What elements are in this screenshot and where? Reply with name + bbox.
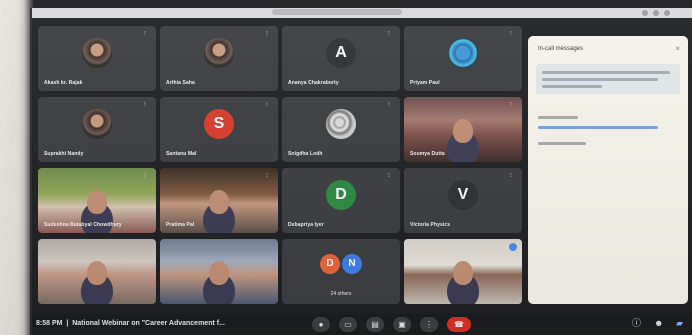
participant-name: Sudeshna Batabyal Chowdhury <box>44 222 122 228</box>
participant-face <box>209 190 229 215</box>
avatar <box>448 38 478 69</box>
speaking-indicator-icon <box>509 243 517 251</box>
mic-off-icon: ⁝ <box>144 173 146 179</box>
call-controls: ● ▭ ▤ ▣ ⋮ ☎ <box>312 317 471 332</box>
mic-off-icon: ⁝ <box>144 31 146 37</box>
avatar: V <box>448 180 478 211</box>
meeting-info: 8:58 PM | National Webinar on "Career Ad… <box>36 320 225 327</box>
browser-controls <box>642 10 682 16</box>
participant-face <box>209 261 229 286</box>
mic-off-icon: ⁝ <box>510 31 512 37</box>
avatar: A <box>326 38 356 69</box>
info-icon[interactable]: ⓘ <box>632 318 642 328</box>
participant-face <box>87 190 107 215</box>
mic-off-icon: ⁝ <box>144 102 146 108</box>
mic-off-icon: ⁝ <box>388 102 390 108</box>
captions-icon[interactable]: ▤ <box>366 317 384 332</box>
others-count: 24 others <box>330 291 352 297</box>
more-icon[interactable]: ⋮ <box>420 317 438 332</box>
participant-name: Snigdha Lodh <box>288 151 323 157</box>
others-tile[interactable]: D N 24 others <box>282 239 400 304</box>
bottom-toolbar: 8:58 PM | National Webinar on "Career Ad… <box>32 314 692 335</box>
avatar <box>82 38 112 69</box>
participant-tile[interactable]: ⁝ Snigdha Lodh <box>282 97 400 162</box>
participant-grid: ⁝ Akash kr. Rajak ⁝ Arthia Saha A ⁝ Anan… <box>38 26 524 316</box>
participant-tile[interactable]: ⁝ Arthia Saha <box>160 26 278 91</box>
mic-off-icon: ⁝ <box>266 173 268 179</box>
participant-name: Ananya Chakraborty <box>288 80 339 86</box>
mic-icon[interactable]: ● <box>312 317 330 332</box>
avatar <box>326 109 356 140</box>
side-controls: ⓘ ☻ ▰ <box>632 318 686 328</box>
camera-icon[interactable]: ▭ <box>339 317 357 332</box>
others-avatars: D N <box>320 253 362 274</box>
participant-name: Priyam Paul <box>410 80 440 86</box>
chat-panel: In-call messages × <box>528 36 688 304</box>
participant-name: Pratima Pal <box>166 222 195 228</box>
participant-tile[interactable]: ⁝ Soumya Dutta <box>404 97 522 162</box>
chat-message-sender <box>538 116 578 119</box>
avatar: D <box>320 253 340 274</box>
participant-tile[interactable]: ⁝ Pratima Pal <box>160 168 278 233</box>
avatar <box>204 38 234 69</box>
close-icon[interactable]: × <box>675 44 680 53</box>
participant-tile[interactable]: ⁝ Suprakhi Nandy <box>38 97 156 162</box>
participant-tile[interactable] <box>160 239 278 304</box>
people-icon[interactable]: ☻ <box>654 318 664 328</box>
avatar: S <box>204 109 234 140</box>
avatar <box>82 109 112 140</box>
end-call-icon[interactable]: ☎ <box>447 317 471 332</box>
participant-name: Suprakhi Nandy <box>44 151 84 157</box>
participant-face <box>453 119 473 144</box>
chat-title: In-call messages <box>538 46 584 52</box>
participant-face <box>453 261 473 286</box>
participant-name: Akash kr. Rajak <box>44 80 83 86</box>
participant-name: Santanu Mal <box>166 151 197 157</box>
browser-address-bar <box>32 8 692 18</box>
mic-off-icon: ⁝ <box>388 31 390 37</box>
participant-tile[interactable]: D ⁝ Debapriya Iyer <box>282 168 400 233</box>
participant-tile[interactable]: ⁝ Sudeshna Batabyal Chowdhury <box>38 168 156 233</box>
url-field[interactable] <box>272 9 402 15</box>
chat-message-text <box>538 142 586 145</box>
chat-icon[interactable]: ▰ <box>676 318 686 328</box>
chat-notice <box>536 64 680 94</box>
mic-off-icon: ⁝ <box>510 173 512 179</box>
participant-tile[interactable] <box>38 239 156 304</box>
self-view-tile[interactable] <box>404 239 522 304</box>
avatar: D <box>326 180 356 211</box>
participant-tile[interactable]: V ⁝ Victoria Physics <box>404 168 522 233</box>
mic-off-icon: ⁝ <box>266 102 268 108</box>
avatar: N <box>342 253 362 274</box>
mic-off-icon: ⁝ <box>388 173 390 179</box>
chat-message-link[interactable] <box>538 126 658 129</box>
participant-tile[interactable]: ⁝ Priyam Paul <box>404 26 522 91</box>
participant-tile[interactable]: A ⁝ Ananya Chakraborty <box>282 26 400 91</box>
separator: | <box>66 320 69 327</box>
meeting-time: 8:58 PM <box>36 320 63 327</box>
participant-tile[interactable]: S ⁝ Santanu Mal <box>160 97 278 162</box>
mic-off-icon: ⁝ <box>510 102 512 108</box>
mic-off-icon: ⁝ <box>266 31 268 37</box>
meet-window: ⁝ Akash kr. Rajak ⁝ Arthia Saha A ⁝ Anan… <box>30 8 692 335</box>
meeting-title: National Webinar on "Career Advancement … <box>72 320 225 327</box>
participant-name: Victoria Physics <box>410 222 451 228</box>
participant-name: Soumya Dutta <box>410 151 445 157</box>
participant-name: Debapriya Iyer <box>288 222 324 228</box>
participant-tile[interactable]: ⁝ Akash kr. Rajak <box>38 26 156 91</box>
present-icon[interactable]: ▣ <box>393 317 411 332</box>
participant-face <box>87 261 107 286</box>
participant-name: Arthia Saha <box>166 80 195 86</box>
